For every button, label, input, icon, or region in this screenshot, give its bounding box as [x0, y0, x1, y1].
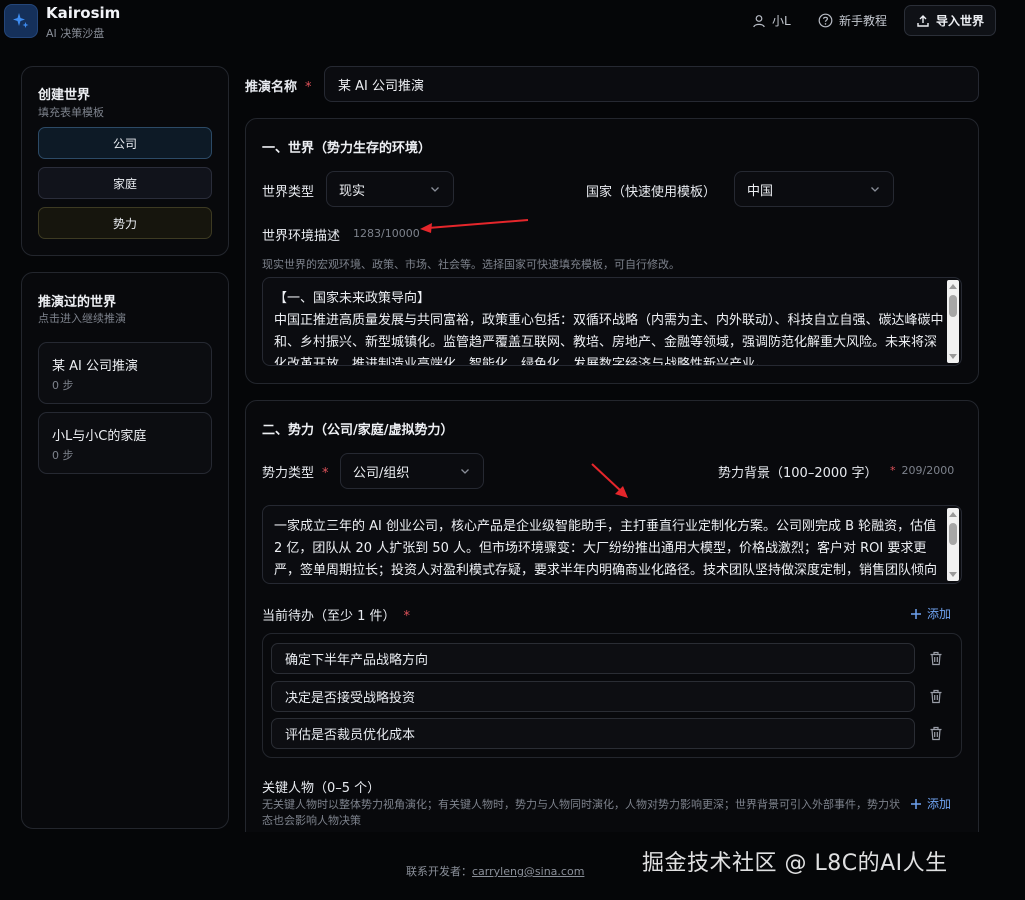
world-desc-scrollbar[interactable]	[947, 280, 959, 363]
footer-email-link[interactable]: carryleng@sina.com	[472, 865, 584, 878]
tutorial-link[interactable]: 新手教程	[818, 12, 887, 29]
country-label: 国家（快速使用模板）	[586, 185, 717, 200]
power-bg-scrollbar[interactable]	[947, 508, 959, 581]
add-person-button[interactable]: 添加	[910, 795, 951, 812]
history-item-steps: 0 步	[52, 379, 74, 392]
history-title: 推演过的世界	[38, 295, 117, 310]
scroll-down-arrow[interactable]	[949, 354, 957, 359]
world-desc-hint: 现实世界的宏观环境、政策、市场、社会等。选择国家可快速填充模板，可自行修改。	[262, 258, 680, 271]
plus-icon	[911, 608, 921, 619]
todo-label: 当前待办（至少 1 件） *	[262, 605, 410, 624]
country-value: 中国	[747, 183, 774, 199]
world-type-select[interactable]: 现实	[326, 171, 454, 207]
power-type-label-text: 势力类型	[262, 466, 315, 481]
plus-icon	[911, 798, 921, 809]
todo-item-input[interactable]: 评估是否裁员优化成本	[271, 718, 915, 749]
add-todo-button[interactable]: 添加	[910, 605, 951, 622]
create-world-panel: 创建世界 填充表单模板 公司 家庭 势力	[21, 66, 229, 256]
required-mark: *	[305, 80, 312, 95]
sparkle-icon	[13, 13, 29, 28]
template-company-button[interactable]: 公司	[38, 127, 212, 159]
people-hint: 无关键人物时以整体势力视角演化；有关键人物时，势力与人物同时演化，人物对势力影响…	[262, 798, 900, 827]
scroll-up-arrow[interactable]	[949, 284, 957, 289]
required-mark: *	[403, 609, 411, 624]
footer: 联系开发者：carryleng@sina.com	[406, 863, 584, 879]
history-item[interactable]: 小L与小C的家庭 0 步	[38, 412, 212, 474]
chevron-down-icon	[871, 187, 879, 192]
user-icon	[753, 14, 765, 27]
power-type-value: 公司/组织	[353, 465, 410, 481]
import-world-label: 导入世界	[935, 14, 984, 28]
power-type-label: 势力类型 *	[262, 462, 329, 481]
app-logo[interactable]	[4, 4, 38, 38]
world-type-value: 现实	[339, 183, 366, 199]
world-desc-textarea[interactable]: 【一、国家未来政策导向】 中国正推进高质量发展与共同富裕，政策重心包括：双循环战…	[262, 277, 962, 366]
todo-list: 确定下半年产品战略方向 决定是否接受战略投资 评估是否裁员优化成本	[262, 633, 962, 758]
world-type-label: 世界类型	[262, 185, 315, 200]
user-menu[interactable]: 小L	[752, 12, 791, 29]
history-item-name: 小L与小C的家庭	[52, 429, 147, 444]
country-select[interactable]: 中国	[734, 171, 894, 207]
chevron-down-icon	[461, 469, 469, 474]
power-bg-label: 势力背景（100–2000 字）	[718, 466, 878, 481]
scroll-thumb[interactable]	[949, 295, 957, 317]
world-desc-text: 【一、国家未来政策导向】 中国正推进高质量发展与共同富裕，政策重心包括：双循环战…	[274, 291, 944, 366]
required-mark: *	[890, 464, 896, 477]
import-world-button[interactable]: 导入世界	[904, 5, 996, 36]
sim-name-label: 推演名称 *	[245, 76, 312, 95]
todo-label-text: 当前待办（至少 1 件）	[262, 609, 396, 624]
add-person-label: 添加	[927, 797, 952, 811]
todo-item-input[interactable]: 确定下半年产品战略方向	[271, 643, 915, 674]
add-todo-label: 添加	[927, 607, 952, 621]
help-circle-icon	[818, 13, 833, 28]
history-item-steps: 0 步	[52, 449, 74, 462]
watermark: 掘金技术社区 @ L8C的AI人生	[642, 851, 948, 876]
scroll-thumb[interactable]	[949, 523, 957, 545]
power-bg-counter-value: 209/2000	[901, 464, 955, 477]
todo-item-input[interactable]: 决定是否接受战略投资	[271, 681, 915, 712]
power-bg-text: 一家成立三年的 AI 创业公司，核心产品是企业级智能助手，主打垂直行业定制化方案…	[274, 519, 938, 578]
power-bg-counter: * 209/2000	[890, 464, 954, 477]
history-subtitle: 点击进入继续推演	[38, 312, 126, 325]
tutorial-label: 新手教程	[839, 14, 888, 28]
user-name: 小L	[772, 14, 791, 28]
people-label: 关键人物（0–5 个）	[262, 781, 381, 796]
world-section-title: 一、世界（势力生存的环境）	[262, 141, 432, 156]
world-desc-label: 世界环境描述	[262, 229, 341, 244]
trash-icon[interactable]	[929, 726, 943, 741]
app-title: Kairosim	[46, 4, 121, 22]
trash-icon[interactable]	[929, 689, 943, 704]
template-family-button[interactable]: 家庭	[38, 167, 212, 199]
power-type-select[interactable]: 公司/组织	[340, 453, 484, 489]
scroll-down-arrow[interactable]	[949, 572, 957, 577]
required-mark: *	[322, 466, 329, 481]
create-world-subtitle: 填充表单模板	[38, 106, 104, 119]
scroll-up-arrow[interactable]	[949, 512, 957, 517]
app-subtitle: AI 决策沙盘	[46, 27, 105, 40]
history-item[interactable]: 某 AI 公司推演 0 步	[38, 342, 212, 404]
template-power-button[interactable]: 势力	[38, 207, 212, 239]
top-bar: Kairosim AI 决策沙盘 小L 新手教程 导入世界	[0, 0, 1025, 44]
create-world-title: 创建世界	[38, 88, 91, 103]
power-section-title: 二、势力（公司/家庭/虚拟势力）	[262, 423, 454, 438]
history-item-name: 某 AI 公司推演	[52, 359, 138, 374]
history-panel: 推演过的世界 点击进入继续推演 某 AI 公司推演 0 步 小L与小C的家庭 0…	[21, 272, 229, 829]
footer-contact-label: 联系开发者：	[406, 865, 472, 878]
sim-name-label-text: 推演名称	[245, 80, 298, 95]
power-bg-textarea[interactable]: 一家成立三年的 AI 创业公司，核心产品是企业级智能助手，主打垂直行业定制化方案…	[262, 505, 962, 584]
upload-icon	[917, 14, 929, 27]
world-desc-counter: 1283/10000	[353, 227, 420, 240]
trash-icon[interactable]	[929, 651, 943, 666]
chevron-down-icon	[431, 187, 439, 192]
sim-name-input[interactable]: 某 AI 公司推演	[324, 66, 979, 102]
